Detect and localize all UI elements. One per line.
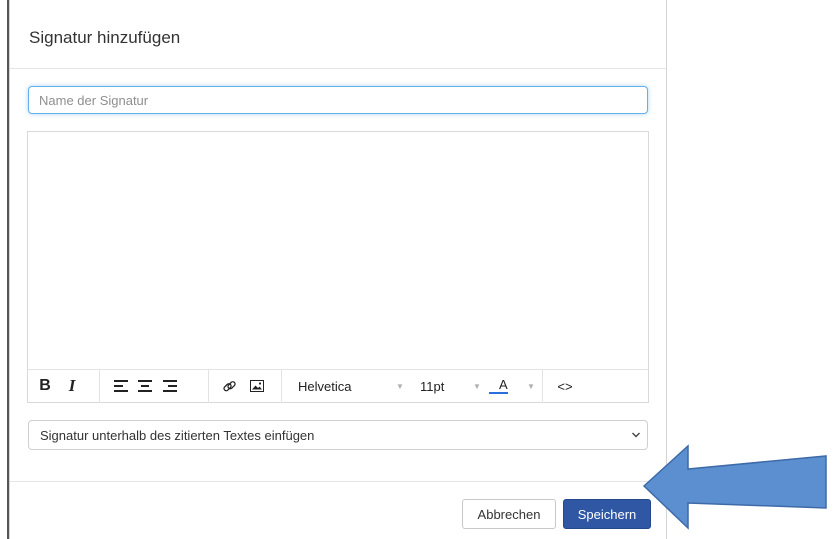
toolbar-divider: [542, 370, 543, 403]
align-center-icon: [138, 380, 152, 392]
signature-placement-value: Signatur unterhalb des zitierten Textes …: [40, 427, 315, 443]
dialog-footer-divider: [10, 481, 666, 482]
align-left-icon: [114, 380, 128, 392]
font-family-dropdown[interactable]: Helvetica ▼: [288, 375, 404, 397]
chevron-down-icon: ▼: [473, 381, 481, 391]
toolbar-divider: [99, 370, 100, 403]
signature-editor: B I Helvetica ▼ 11pt ▼ A ▼ <>: [27, 131, 649, 403]
link-icon: [222, 380, 236, 391]
text-color-icon: A: [489, 378, 508, 394]
signature-editor-content[interactable]: [28, 132, 648, 369]
chevron-down-icon: [632, 432, 640, 438]
cancel-button[interactable]: Abbrechen: [462, 499, 556, 529]
signature-name-input[interactable]: [28, 86, 648, 114]
toolbar-divider: [208, 370, 209, 403]
dialog-title: Signatur hinzufügen: [29, 28, 181, 47]
font-family-value: Helvetica: [298, 378, 352, 394]
insert-link-button[interactable]: [220, 375, 238, 397]
chevron-down-icon: ▼: [396, 381, 404, 391]
align-right-button[interactable]: [161, 375, 179, 397]
font-size-dropdown[interactable]: 11pt ▼: [411, 375, 481, 397]
annotation-arrow-icon: [642, 444, 827, 530]
source-code-button[interactable]: <>: [552, 375, 578, 397]
italic-button[interactable]: I: [63, 375, 81, 397]
add-signature-dialog: Signatur hinzufügen B I: [10, 0, 667, 539]
chevron-down-icon: ▼: [527, 381, 535, 391]
signature-placement-select[interactable]: Signatur unterhalb des zitierten Textes …: [28, 420, 648, 450]
editor-toolbar: B I Helvetica ▼ 11pt ▼ A ▼ <>: [28, 369, 648, 403]
insert-image-button[interactable]: [248, 375, 266, 397]
save-button[interactable]: Speichern: [563, 499, 651, 529]
dialog-header: Signatur hinzufügen: [10, 0, 666, 69]
align-center-button[interactable]: [136, 375, 154, 397]
font-size-value: 11pt: [420, 378, 445, 394]
align-left-button[interactable]: [112, 375, 130, 397]
align-right-icon: [163, 380, 177, 392]
bold-button[interactable]: B: [36, 375, 54, 397]
text-color-dropdown[interactable]: A ▼: [489, 375, 535, 397]
image-icon: [250, 380, 264, 392]
toolbar-divider: [281, 370, 282, 403]
